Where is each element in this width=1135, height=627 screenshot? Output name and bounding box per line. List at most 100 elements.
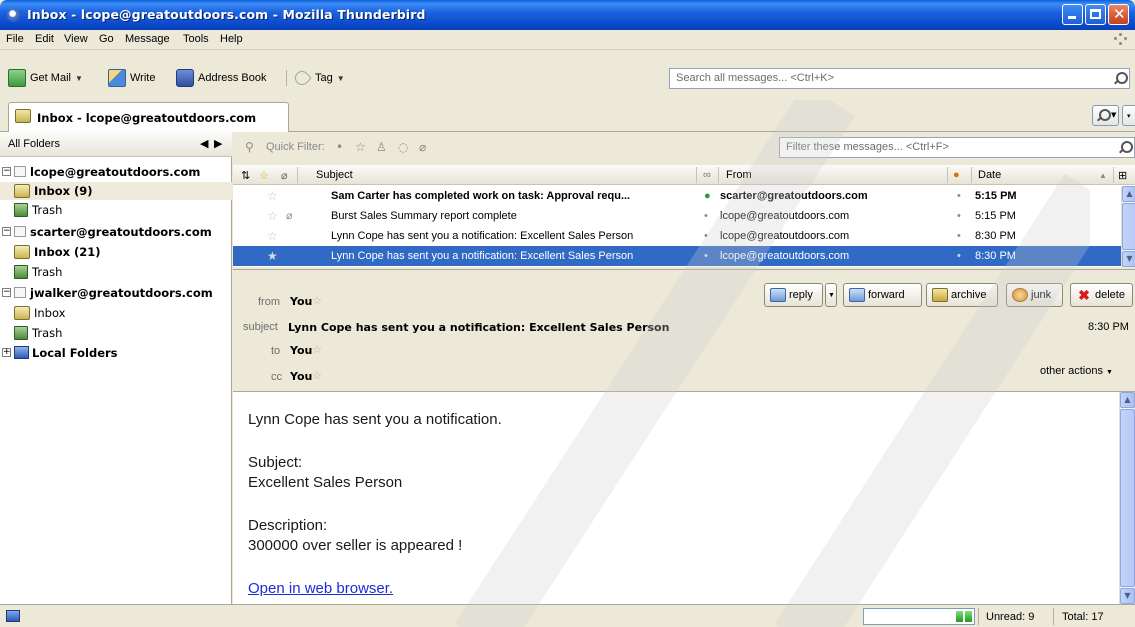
column-picker-icon[interactable]: ⊞ xyxy=(1118,169,1127,182)
collapse-icon[interactable]: − xyxy=(2,227,11,236)
menu-edit[interactable]: Edit xyxy=(35,33,54,45)
local-folders[interactable]: + Local Folders xyxy=(0,344,232,362)
junk-status-column-icon[interactable]: ● xyxy=(953,169,960,181)
star-icon[interactable]: ☆ xyxy=(267,209,278,223)
thread-column-icon[interactable]: ⇅ xyxy=(241,169,250,182)
search-icon[interactable] xyxy=(1113,72,1128,85)
offline-status-icon[interactable] xyxy=(6,610,20,622)
folder-trash-jwalker[interactable]: Trash xyxy=(0,324,232,342)
forward-label: forward xyxy=(868,289,905,301)
junk-button[interactable]: junk xyxy=(1006,283,1063,307)
tab-list-button[interactable]: ▾ xyxy=(1122,105,1135,126)
tag-button[interactable]: Tag ▼ xyxy=(292,68,345,88)
message-row[interactable]: ☆ Sam Carter has completed work on task:… xyxy=(233,186,1121,206)
column-divider xyxy=(718,167,719,183)
arrow-left-icon[interactable]: ◀ xyxy=(200,137,208,150)
cc-value[interactable]: You xyxy=(290,370,312,383)
body-description-label: Description: xyxy=(248,517,328,534)
maximize-button[interactable] xyxy=(1085,4,1106,25)
starred-filter-icon[interactable]: ☆ xyxy=(355,140,366,154)
add-contact-star-icon[interactable]: ☆ xyxy=(312,369,322,382)
from-column-header[interactable]: From xyxy=(726,169,752,181)
message-scrollbar[interactable]: ▲ ▼ xyxy=(1119,392,1135,604)
scroll-down-icon[interactable]: ▼ xyxy=(1120,588,1135,604)
close-button[interactable]: ✕ xyxy=(1108,4,1129,25)
archive-button[interactable]: archive xyxy=(926,283,998,307)
folder-pane-header[interactable]: All Folders ◀ ▶ xyxy=(0,132,232,157)
junk-dot-icon[interactable]: • xyxy=(957,210,961,222)
star-column-icon[interactable]: ☆ xyxy=(259,169,269,182)
scroll-thumb[interactable] xyxy=(1122,203,1135,250)
folder-inbox-scarter[interactable]: Inbox (21) xyxy=(0,243,232,261)
menu-message[interactable]: Message xyxy=(125,33,170,45)
scroll-thumb[interactable] xyxy=(1120,409,1135,587)
menu-go[interactable]: Go xyxy=(99,33,114,45)
quick-filter-icon[interactable]: ⚲ xyxy=(245,140,254,154)
mail-account-icon xyxy=(14,166,26,177)
scroll-down-icon[interactable]: ▼ xyxy=(1122,251,1135,267)
collapse-icon[interactable]: − xyxy=(2,167,11,176)
search-all-messages-input[interactable]: Search all messages... <Ctrl+K> xyxy=(669,68,1130,89)
junk-dot-icon[interactable]: • xyxy=(957,190,961,202)
reply-button[interactable]: reply xyxy=(764,283,823,307)
menu-help[interactable]: Help xyxy=(220,33,243,45)
read-dot-icon[interactable]: • xyxy=(704,230,708,242)
write-button[interactable]: Write xyxy=(108,68,155,88)
folder-trash-scarter[interactable]: Trash xyxy=(0,263,232,281)
junk-dot-icon[interactable]: • xyxy=(957,250,961,262)
read-dot-icon[interactable]: • xyxy=(704,210,708,222)
subject-column-header[interactable]: Subject xyxy=(316,169,353,181)
chevron-down-icon[interactable]: ▼ xyxy=(75,74,83,83)
star-icon[interactable]: ★ xyxy=(267,249,278,263)
address-book-button[interactable]: Address Book xyxy=(176,68,266,88)
tag-filter-icon[interactable]: ◌ xyxy=(398,140,408,154)
date-column-header[interactable]: Date xyxy=(978,169,1001,181)
folder-trash-lcope[interactable]: Trash xyxy=(0,201,232,219)
message-row-selected[interactable]: ★ Lynn Cope has sent you a notification:… xyxy=(233,246,1121,266)
expand-icon[interactable]: + xyxy=(2,348,11,357)
to-value[interactable]: You xyxy=(290,344,312,357)
filter-messages-input[interactable]: Filter these messages... <Ctrl+F> xyxy=(779,137,1135,158)
message-row[interactable]: ☆ Lynn Cope has sent you a notification:… xyxy=(233,226,1121,246)
get-mail-button[interactable]: Get Mail ▼ xyxy=(8,68,83,88)
scroll-up-icon[interactable]: ▲ xyxy=(1120,392,1135,408)
message-date: 5:15 PM xyxy=(975,190,1017,202)
forward-button[interactable]: forward xyxy=(843,283,922,307)
delete-button[interactable]: ✖ delete xyxy=(1070,283,1133,307)
unread-filter-icon[interactable]: • xyxy=(336,140,343,154)
scroll-up-icon[interactable]: ▲ xyxy=(1122,186,1135,202)
star-icon[interactable]: ☆ xyxy=(267,229,278,243)
chevron-down-icon: ▼ xyxy=(1106,369,1113,376)
folder-inbox-lcope[interactable]: Inbox (9) xyxy=(0,182,232,200)
thread-scrollbar[interactable]: ▲ ▼ xyxy=(1121,186,1135,267)
account-scarter[interactable]: − scarter@greatoutdoors.com xyxy=(0,223,232,241)
read-dot-icon[interactable]: • xyxy=(704,250,708,262)
tab-inbox[interactable]: Inbox - lcope@greatoutdoors.com xyxy=(8,102,289,132)
contact-filter-icon[interactable]: ♙ xyxy=(376,140,387,154)
arrow-right-icon[interactable]: ▶ xyxy=(214,137,222,150)
unread-dot-icon[interactable]: ● xyxy=(704,190,711,202)
other-actions-button[interactable]: other actions ▼ xyxy=(1040,365,1113,377)
collapse-icon[interactable]: − xyxy=(2,288,11,297)
filter-placeholder: Filter these messages... <Ctrl+F> xyxy=(786,141,949,153)
menu-view[interactable]: View xyxy=(64,33,88,45)
menu-file[interactable]: File xyxy=(6,33,24,45)
account-jwalker[interactable]: − jwalker@greatoutdoors.com xyxy=(0,284,232,302)
attachment-filter-icon[interactable]: ⌀ xyxy=(419,140,426,154)
add-contact-star-icon[interactable]: ☆ xyxy=(312,343,322,356)
junk-dot-icon[interactable]: • xyxy=(957,230,961,242)
read-status-column-icon[interactable]: ∞ xyxy=(703,169,711,181)
message-from: scarter@greatoutdoors.com xyxy=(720,190,868,202)
open-in-browser-link[interactable]: Open in web browser. xyxy=(248,580,393,597)
add-contact-star-icon[interactable]: ☆ xyxy=(312,294,322,307)
from-value[interactable]: You xyxy=(290,295,312,308)
folder-inbox-jwalker[interactable]: Inbox xyxy=(0,304,232,322)
attachment-column-icon[interactable]: ⌀ xyxy=(281,169,288,182)
tab-search-menu-button[interactable]: ▼ xyxy=(1092,105,1119,126)
menu-tools[interactable]: Tools xyxy=(183,33,209,45)
message-row[interactable]: ☆ ⌀ Burst Sales Summary report complete … xyxy=(233,206,1121,226)
star-icon[interactable]: ☆ xyxy=(267,189,278,203)
account-lcope[interactable]: − lcope@greatoutdoors.com xyxy=(0,163,232,181)
reply-menu-button[interactable]: ▼ xyxy=(825,283,837,307)
minimize-button[interactable] xyxy=(1062,4,1083,25)
